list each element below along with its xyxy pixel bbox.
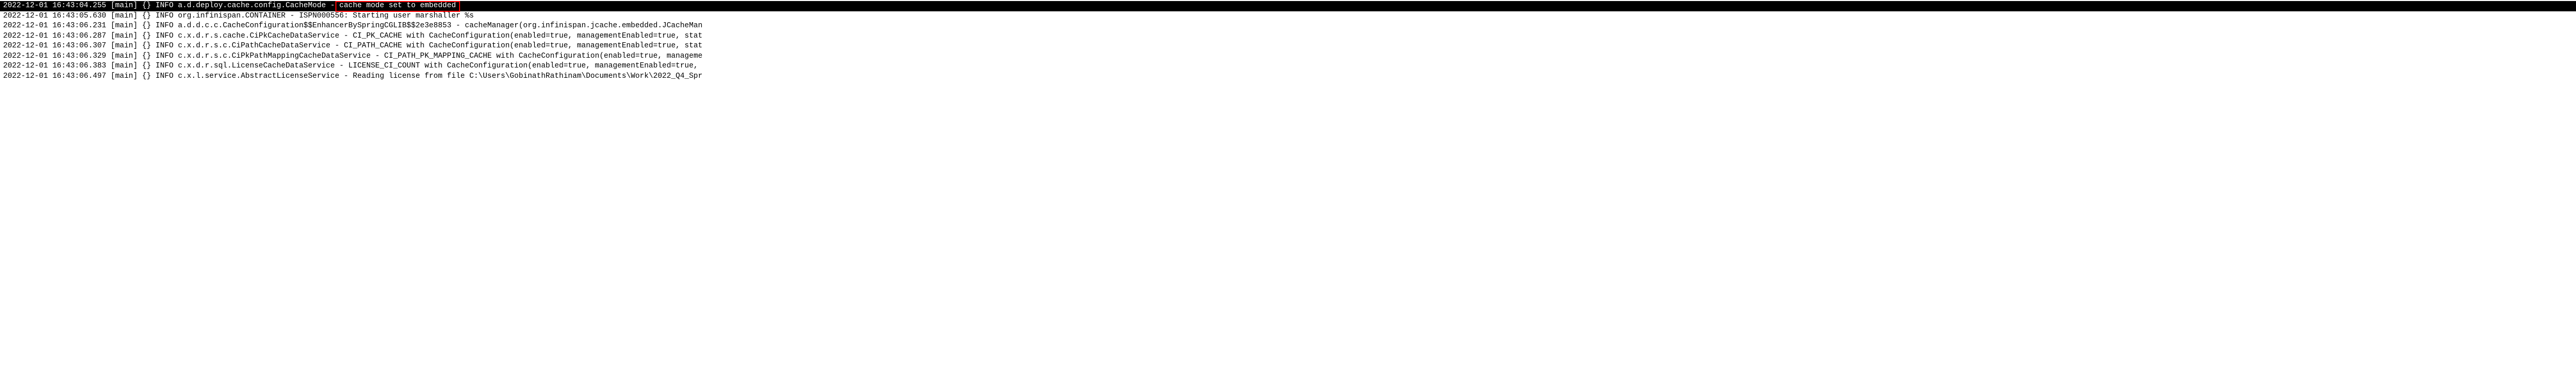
log-separator: -	[451, 22, 465, 30]
log-message: ISPN000556: Starting user marshaller %s	[299, 12, 473, 20]
log-separator: -	[340, 72, 353, 80]
log-message: CI_PATH_CACHE with CacheConfiguration(en…	[344, 42, 702, 50]
log-context: {}	[138, 2, 151, 10]
log-logger: a.d.deploy.cache.config.CacheMode	[174, 2, 326, 10]
log-context: {}	[138, 62, 151, 70]
log-line: 2022-12-01 16:43:06.497 [main] {} INFO c…	[0, 72, 2576, 82]
log-output: 2022-12-01 16:43:04.255 [main] {} INFO a…	[0, 1, 2576, 82]
log-logger: org.infinispan.CONTAINER	[174, 12, 286, 20]
log-separator: -	[335, 62, 348, 70]
log-logger: c.x.d.r.s.c.CiPkPathMappingCacheDataServ…	[174, 52, 371, 60]
log-level: INFO	[151, 72, 174, 80]
log-context: {}	[138, 52, 151, 60]
log-separator: -	[340, 32, 353, 40]
log-separator: -	[326, 2, 340, 10]
log-level: INFO	[151, 12, 174, 20]
log-line: 2022-12-01 16:43:04.255 [main] {} INFO a…	[0, 1, 2576, 11]
log-message: LICENSE_CI_COUNT with CacheConfiguration…	[348, 62, 698, 70]
log-line: 2022-12-01 16:43:06.383 [main] {} INFO c…	[0, 61, 2576, 72]
log-line: 2022-12-01 16:43:05.630 [main] {} INFO o…	[0, 11, 2576, 22]
log-message: Reading license from file C:\Users\Gobin…	[353, 72, 703, 80]
log-timestamp: 2022-12-01 16:43:06.497	[3, 72, 106, 80]
log-level: INFO	[151, 42, 174, 50]
log-line: 2022-12-01 16:43:06.231 [main] {} INFO a…	[0, 21, 2576, 31]
log-timestamp: 2022-12-01 16:43:06.307	[3, 42, 106, 50]
log-logger: c.x.d.r.s.cache.CiPkCacheDataService	[174, 32, 340, 40]
log-context: {}	[138, 32, 151, 40]
log-thread: [main]	[106, 2, 138, 10]
log-logger: c.x.d.r.s.c.CiPathCacheDataService	[174, 42, 331, 50]
log-logger: c.x.d.r.sql.LicenseCacheDataService	[174, 62, 335, 70]
log-separator: -	[285, 12, 299, 20]
log-message: cacheManager(org.infinispan.jcache.embed…	[465, 22, 702, 30]
log-level: INFO	[151, 62, 174, 70]
log-thread: [main]	[106, 52, 138, 60]
log-logger: c.x.l.service.AbstractLicenseService	[174, 72, 340, 80]
log-level: INFO	[151, 32, 174, 40]
log-logger: a.d.d.c.c.CacheConfiguration$$EnhancerBy…	[174, 22, 452, 30]
log-separator: -	[330, 42, 344, 50]
log-context: {}	[138, 22, 151, 30]
log-message: CI_PK_CACHE with CacheConfiguration(enab…	[353, 32, 703, 40]
log-thread: [main]	[106, 42, 138, 50]
log-context: {}	[138, 72, 151, 80]
log-line: 2022-12-01 16:43:06.307 [main] {} INFO c…	[0, 41, 2576, 52]
log-message: CI_PATH_PK_MAPPING_CACHE with CacheConfi…	[384, 52, 703, 60]
log-timestamp: 2022-12-01 16:43:04.255	[3, 2, 106, 10]
log-context: {}	[138, 42, 151, 50]
log-timestamp: 2022-12-01 16:43:05.630	[3, 12, 106, 20]
log-thread: [main]	[106, 12, 138, 20]
log-separator: -	[371, 52, 384, 60]
log-thread: [main]	[106, 62, 138, 70]
log-timestamp: 2022-12-01 16:43:06.231	[3, 22, 106, 30]
log-timestamp: 2022-12-01 16:43:06.383	[3, 62, 106, 70]
log-thread: [main]	[106, 22, 138, 30]
log-timestamp: 2022-12-01 16:43:06.287	[3, 32, 106, 40]
log-timestamp: 2022-12-01 16:43:06.329	[3, 52, 106, 60]
log-level: INFO	[151, 2, 174, 10]
log-level: INFO	[151, 52, 174, 60]
log-thread: [main]	[106, 72, 138, 80]
log-thread: [main]	[106, 32, 138, 40]
log-context: {}	[138, 12, 151, 20]
log-line: 2022-12-01 16:43:06.287 [main] {} INFO c…	[0, 31, 2576, 42]
log-message: cache mode set to embedded	[340, 2, 456, 10]
log-line: 2022-12-01 16:43:06.329 [main] {} INFO c…	[0, 52, 2576, 62]
log-level: INFO	[151, 22, 174, 30]
